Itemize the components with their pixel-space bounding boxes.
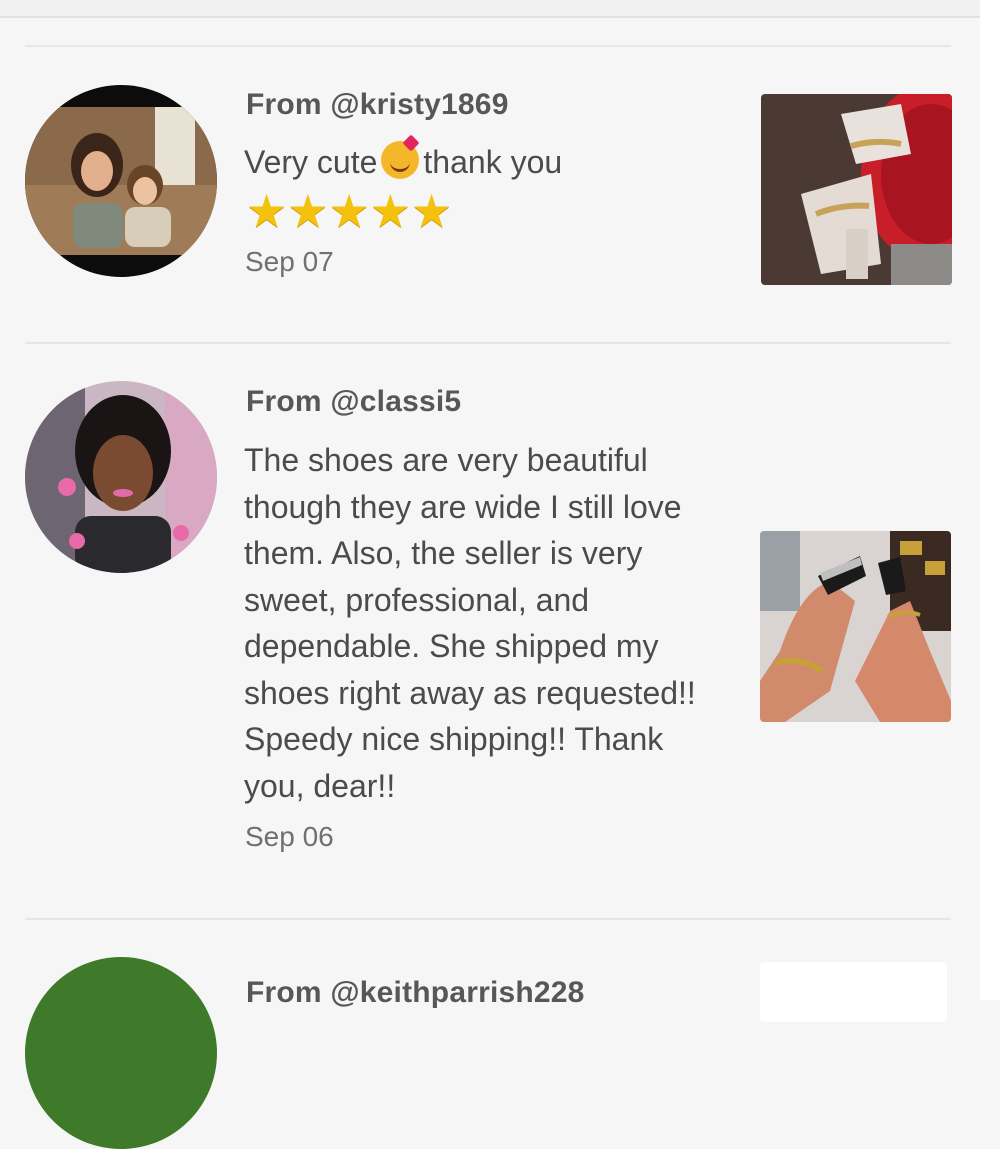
scroll-edge xyxy=(980,0,1000,1000)
reviewer-avatar[interactable] xyxy=(25,957,217,1149)
product-photo[interactable] xyxy=(760,962,947,1022)
review-item: From @keithparrish228 xyxy=(0,0,980,1149)
reviewer-handle[interactable]: From @keithparrish228 xyxy=(246,976,585,1010)
